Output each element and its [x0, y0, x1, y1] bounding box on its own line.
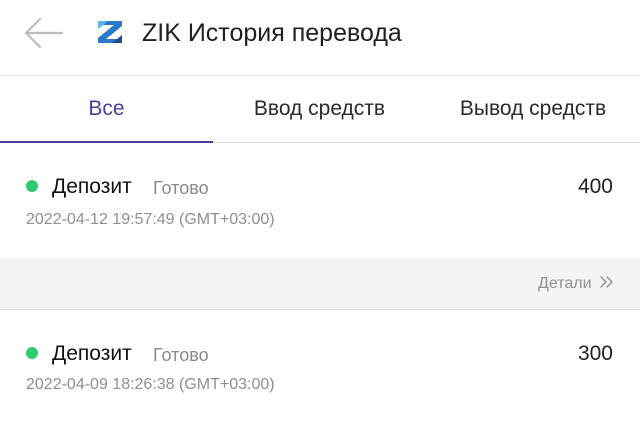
page-title: ZIK История перевода — [142, 19, 402, 47]
arrow-left-icon — [24, 17, 64, 49]
double-chevron-right-icon — [600, 276, 613, 288]
list-item[interactable]: Депозит Готово 300 2022-04-09 18:26:38 (… — [0, 311, 640, 425]
record-time: 2022-04-12 19:57:49 (GMT+03:00) — [26, 211, 275, 228]
record-amount: 400 — [577, 175, 613, 198]
tab-bar: Все Ввод средств Вывод средств — [0, 77, 640, 143]
status-dot-icon — [26, 180, 38, 192]
record-type: Депозит — [52, 175, 132, 198]
details-link[interactable]: Детали — [538, 274, 614, 294]
tab-deposits[interactable]: Ввод средств — [213, 77, 426, 143]
back-button[interactable] — [22, 14, 64, 52]
record-amount: 300 — [577, 342, 613, 365]
details-label: Детали — [538, 275, 592, 292]
zik-logo-icon — [96, 19, 124, 45]
status-dot-icon — [26, 347, 38, 359]
record-status: Готово — [153, 345, 209, 365]
details-bar: Детали — [0, 258, 640, 310]
list-item[interactable]: Депозит Готово 400 2022-04-12 19:57:49 (… — [0, 144, 640, 258]
tab-withdrawals[interactable]: Вывод средств — [426, 77, 640, 143]
record-status: Готово — [153, 178, 209, 198]
record-type: Депозит — [52, 342, 132, 365]
app-header: ZIK История перевода — [0, 0, 640, 76]
active-tab-indicator — [0, 141, 213, 143]
record-time: 2022-04-09 18:26:38 (GMT+03:00) — [26, 376, 275, 393]
tab-all[interactable]: Все — [0, 77, 213, 143]
